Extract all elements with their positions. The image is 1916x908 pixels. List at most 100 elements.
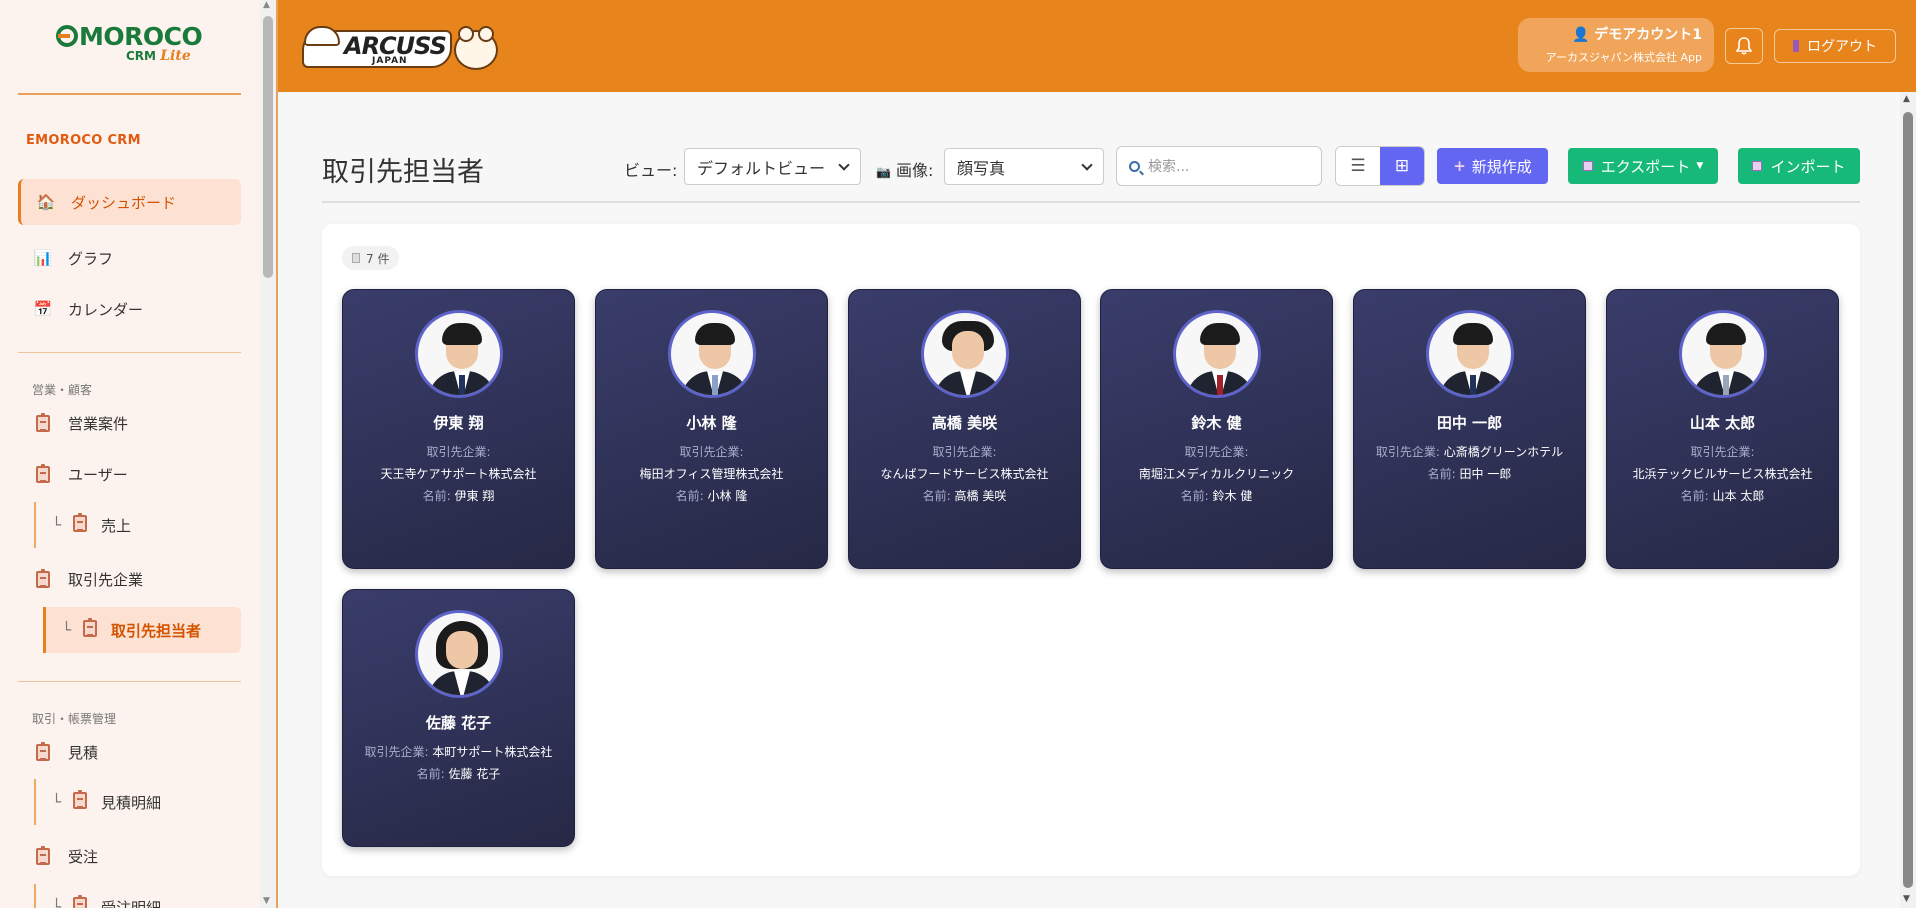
list-view-button[interactable]: ☰ [1336, 147, 1380, 185]
clipboard-icon [83, 617, 98, 641]
contact-card[interactable]: 高橋 美咲 取引先企業: なんばフードサービス株式会社 名前: 高橋 美咲 [848, 289, 1081, 569]
divider [18, 352, 241, 353]
contact-person: 高橋 美咲 [954, 489, 1007, 503]
section-label-docs: 取引・帳票管理 [32, 712, 117, 726]
sidebar-item-dashboard[interactable]: 🏠 ダッシュボード [18, 179, 241, 225]
scroll-up-icon[interactable]: ▲ [1903, 94, 1910, 104]
clipboard-icon [34, 741, 52, 761]
bar-chart-icon: 📊 [33, 249, 53, 267]
avatar [1426, 310, 1514, 398]
contact-card[interactable]: 伊東 翔 取引先企業: 天王寺ケアサポート株式会社 名前: 伊東 翔 [342, 289, 575, 569]
tree-corner-icon: └ [62, 621, 72, 639]
scrollbar-thumb[interactable] [1903, 112, 1913, 888]
contact-name: 佐藤 花子 [425, 714, 492, 732]
top-header: ARCUSS JAPAN 👤 デモアカウント1 アーカスジャパン株式会社 App… [278, 0, 1916, 92]
logout-button[interactable]: ログアウト [1774, 29, 1896, 63]
caret-down-icon: ▼ [1696, 161, 1704, 171]
chevron-down-icon [838, 158, 850, 171]
view-label: ビュー: [624, 161, 678, 180]
sidebar-item-quotes[interactable]: 見積 [18, 729, 241, 775]
sidebar-subitem-contacts[interactable]: └ 取引先担当者 [43, 607, 241, 653]
sidebar-subitem-sales[interactable]: └ 売上 [34, 502, 241, 548]
user-icon: 👤 [1571, 27, 1590, 43]
contact-card[interactable]: 山本 太郎 取引先企業: 北浜テックビルサービス株式会社 名前: 山本 太郎 [1606, 289, 1839, 569]
scrollbar-thumb[interactable] [263, 16, 273, 278]
contact-card[interactable]: 鈴木 健 取引先企業: 南堀江メディカルクリニック 名前: 鈴木 健 [1100, 289, 1333, 569]
contact-company: 南堀江メディカルクリニック [1138, 467, 1295, 481]
contact-card[interactable]: 小林 隆 取引先企業: 梅田オフィス管理株式会社 名前: 小林 隆 [595, 289, 828, 569]
contact-person: 伊東 翔 [454, 489, 495, 503]
contact-card[interactable]: 田中 一郎 取引先企業: 心斎橋グリーンホテル 名前: 田中 一郎 [1353, 289, 1586, 569]
page-title: 取引先担当者 [322, 157, 484, 188]
clipboard-icon [34, 845, 52, 865]
contact-name: 田中 一郎 [1436, 414, 1503, 432]
contact-name: 山本 太郎 [1689, 414, 1756, 432]
document-icon [352, 253, 360, 263]
sidebar-item-calendar[interactable]: 📅 カレンダー [18, 286, 241, 332]
contact-company: 本町サポート株式会社 [432, 745, 553, 759]
sidebar-subitem-order-details[interactable]: └ 受注明細 [34, 884, 241, 908]
avatar [1173, 310, 1261, 398]
contact-person: 田中 一郎 [1459, 467, 1512, 481]
door-icon [1793, 40, 1799, 52]
sidebar-item-orders[interactable]: 受注 [18, 833, 241, 879]
section-label-sales: 営業・顧客 [32, 383, 93, 397]
clipboard-icon [34, 568, 52, 588]
contact-name: 伊東 翔 [433, 414, 484, 432]
divider [322, 201, 1860, 203]
contact-company: 梅田オフィス管理株式会社 [639, 467, 784, 481]
sidebar: MOROCO CRM Lite EMOROCO CRM 🏠 ダッシュボード 📊 … [0, 0, 278, 908]
scroll-down-icon[interactable]: ▼ [263, 896, 270, 906]
sidebar-subitem-quote-details[interactable]: └ 見積明細 [34, 779, 241, 825]
account-menu[interactable]: 👤 デモアカウント1 アーカスジャパン株式会社 App [1518, 18, 1714, 72]
contact-company: 天王寺ケアサポート株式会社 [380, 467, 537, 481]
export-button[interactable]: エクスポート ▼ [1568, 148, 1718, 184]
export-icon [1582, 161, 1593, 171]
sidebar-item-users[interactable]: ユーザー [18, 451, 241, 497]
import-button[interactable]: インポート [1738, 148, 1860, 184]
sidebar-brand: EMOROCO CRM [26, 133, 141, 148]
clipboard-icon [34, 412, 52, 432]
avatar [415, 610, 503, 698]
contact-name: 高橋 美咲 [931, 414, 998, 432]
contact-person: 山本 太郎 [1712, 489, 1765, 503]
image-select[interactable]: 顔写真 [944, 148, 1104, 185]
contact-person: 鈴木 健 [1212, 489, 1253, 503]
sidebar-item-companies[interactable]: 取引先企業 [18, 556, 241, 602]
grid-view-button[interactable]: ⊞ [1380, 147, 1424, 185]
divider [18, 93, 241, 95]
arcuss-logo[interactable]: ARCUSS JAPAN [302, 26, 502, 72]
chevron-down-icon [1081, 158, 1093, 171]
view-toggle[interactable]: ☰ ⊞ [1335, 146, 1425, 186]
calendar-icon: 📅 [33, 300, 53, 318]
bell-icon [1736, 37, 1752, 55]
contact-company: なんばフードサービス株式会社 [880, 467, 1049, 481]
plus-icon: + [1453, 157, 1466, 175]
scroll-up-icon[interactable]: ▲ [263, 0, 270, 10]
search-input[interactable]: 検索... [1116, 146, 1322, 186]
avatar [668, 310, 756, 398]
contact-company: 北浜テックビルサービス株式会社 [1632, 467, 1813, 481]
list-icon: ☰ [1350, 156, 1366, 176]
bear-mascot-icon [454, 26, 498, 70]
main-scrollbar[interactable]: ▲ ▼ [1900, 92, 1916, 908]
avatar [921, 310, 1009, 398]
house-icon: 🏠 [36, 193, 56, 211]
view-select[interactable]: デフォルトビュー [684, 148, 861, 185]
contact-name: 小林 隆 [686, 414, 737, 432]
contact-person: 小林 隆 [707, 489, 748, 503]
tree-corner-icon: └ [52, 516, 62, 534]
sidebar-item-graph[interactable]: 📊 グラフ [18, 235, 241, 281]
sidebar-scrollbar[interactable]: ▲ ▼ [260, 0, 276, 908]
image-label: 📷 画像: [876, 161, 934, 180]
divider [18, 681, 241, 682]
contact-card[interactable]: 佐藤 花子 取引先企業: 本町サポート株式会社 名前: 佐藤 花子 [342, 589, 575, 847]
tree-corner-icon: └ [52, 793, 62, 811]
notification-bell-button[interactable] [1725, 28, 1763, 64]
clipboard-icon [73, 894, 88, 908]
scroll-down-icon[interactable]: ▼ [1903, 894, 1910, 904]
emoroco-logo[interactable]: MOROCO CRM Lite [56, 22, 206, 70]
sidebar-item-deals[interactable]: 営業案件 [18, 400, 241, 446]
new-button[interactable]: + 新規作成 [1437, 148, 1548, 184]
record-count-badge: 7 件 [342, 246, 400, 270]
